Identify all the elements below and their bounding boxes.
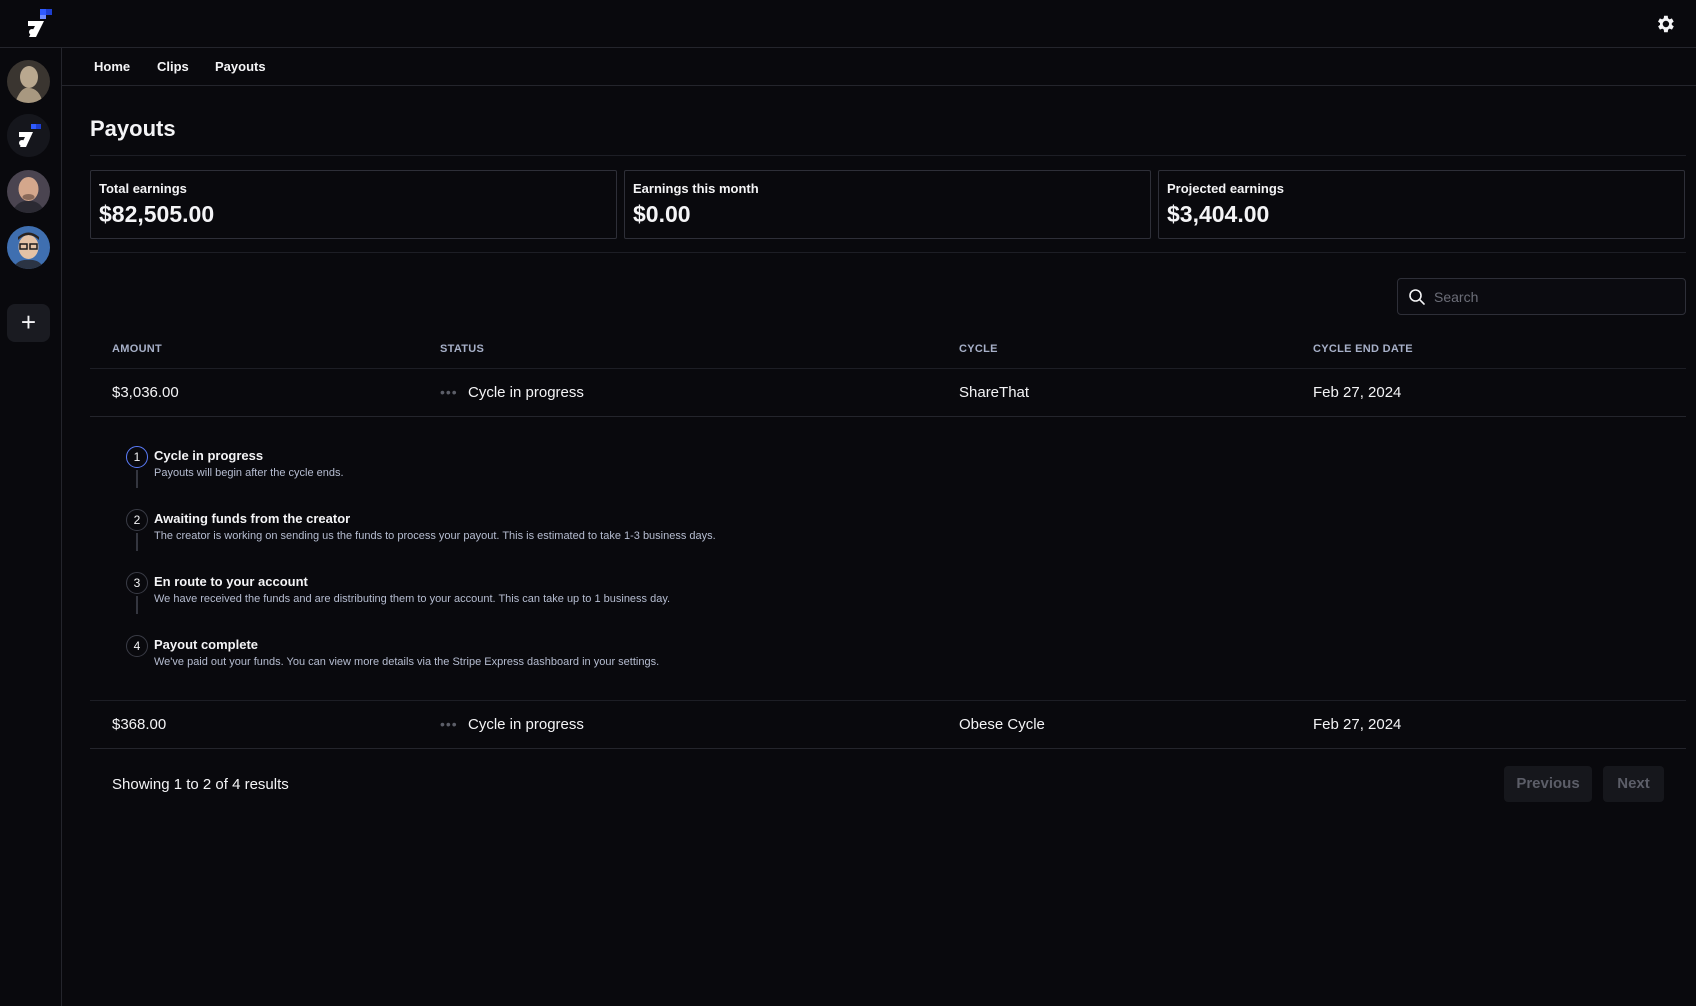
stat-value: $0.00 [633,201,691,227]
app-logo-icon[interactable] [24,9,52,39]
step-number: 4 [126,635,148,657]
column-header-cycle-end-date: CYCLE END DATE [1313,343,1413,355]
table-row[interactable]: $3,036.00 ••• Cycle in progress ShareTha… [90,369,1686,417]
step-description: We have received the funds and are distr… [154,593,671,605]
next-button[interactable]: Next [1603,766,1664,802]
status-cell: Cycle in progress [468,384,584,401]
step-title: Cycle in progress [154,448,264,463]
end-date-cell: Feb 27, 2024 [1313,716,1402,733]
cycle-cell: ShareThat [959,384,1030,401]
stat-label: Total earnings [99,181,187,196]
results-summary: Showing 1 to 2 of 4 results [112,776,289,793]
end-date-cell: Feb 27, 2024 [1313,384,1402,401]
sub-navigation: Home Clips Payouts [62,48,1696,86]
status-dots-icon: ••• [440,384,458,400]
stat-label: Earnings this month [633,181,759,196]
title-divider [90,155,1686,156]
search-input[interactable] [1434,287,1674,307]
avatar-glasses-man[interactable] [7,226,50,269]
step-number: 1 [126,446,148,468]
avatar-app-logo[interactable] [7,114,50,157]
step-connector [136,533,138,551]
page-title: Payouts [90,116,176,141]
previous-button[interactable]: Previous [1504,766,1592,802]
step-description: The creator is working on sending us the… [154,530,716,542]
cycle-cell: Obese Cycle [959,716,1045,733]
search-icon [1409,289,1425,305]
nav-payouts[interactable]: Payouts [215,59,266,74]
avatar-statue[interactable] [7,60,50,103]
column-header-status: STATUS [440,343,485,355]
avatar-bald-man[interactable] [7,170,50,213]
stats-divider [90,252,1686,253]
stat-value: $3,404.00 [1167,201,1270,227]
step-description: We've paid out your funds. You can view … [154,656,660,668]
amount-cell: $368.00 [112,716,167,733]
stat-card-earnings-this-month: Earnings this month $0.00 [624,170,1151,239]
stat-card-projected-earnings: Projected earnings $3,404.00 [1158,170,1685,239]
step-title: En route to your account [154,574,308,589]
step-title: Payout complete [154,637,259,652]
step-title: Awaiting funds from the creator [154,511,351,526]
add-workspace-button[interactable]: + [7,304,50,342]
table-row[interactable]: $368.00 ••• Cycle in progress Obese Cycl… [90,701,1686,749]
status-dots-icon: ••• [440,716,458,732]
nav-clips[interactable]: Clips [157,59,189,74]
amount-cell: $3,036.00 [112,384,179,401]
step-connector [136,596,138,614]
stat-card-total-earnings: Total earnings $82,505.00 [90,170,617,239]
stat-label: Projected earnings [1167,181,1285,196]
step-description: Payouts will begin after the cycle ends. [154,467,344,479]
column-header-cycle: CYCLE [959,343,998,355]
nav-home[interactable]: Home [94,59,130,74]
gear-icon[interactable] [1654,13,1676,35]
status-cell: Cycle in progress [468,716,584,733]
plus-icon: + [20,307,37,337]
step-number: 2 [126,509,148,531]
stat-value: $82,505.00 [99,201,215,227]
column-header-amount: AMOUNT [112,343,163,355]
top-bar [0,0,1696,48]
step-connector [136,470,138,488]
search-box[interactable] [1397,278,1686,315]
step-number: 3 [126,572,148,594]
sidebar: + [0,48,62,1006]
